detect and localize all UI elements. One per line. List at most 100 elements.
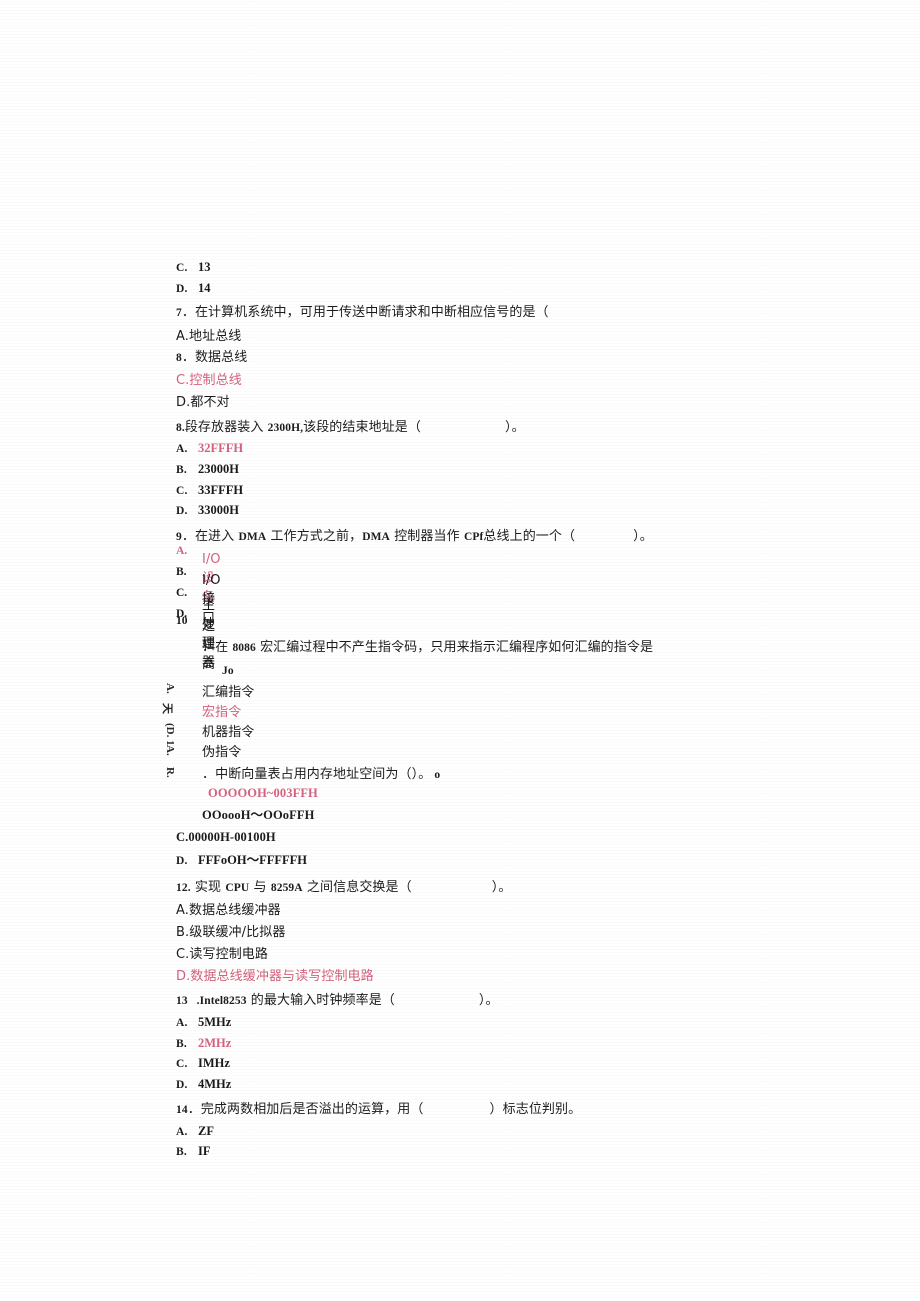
- option-row: B. 23000H: [176, 460, 796, 481]
- question-stem-text-b: 与: [249, 879, 271, 895]
- question-stem-text-c: ）。: [505, 419, 525, 435]
- option-label: C.: [176, 587, 188, 600]
- question-stem: ．中断向量表占用内存地址空间为（）。 o: [202, 763, 440, 787]
- option-label: D.: [176, 282, 188, 295]
- question-stem-term-dma2: DMA: [362, 530, 390, 543]
- option-text: IMHz: [198, 1056, 230, 1071]
- question-stem-term-dma1: DMA: [238, 530, 267, 543]
- question-stem-text: ．中断向量表占用内存地址空间为（）。: [202, 766, 432, 782]
- scan-artifact-jo: Jo: [176, 661, 796, 682]
- question-stem-term-cpu: CPU: [225, 881, 250, 894]
- question-stem-text-a: ．在进入: [181, 528, 239, 544]
- option-row: C.00000H-00100H: [176, 830, 276, 845]
- option-text: 14: [198, 280, 211, 295]
- option-text: 13: [198, 260, 211, 274]
- option-text: IF: [198, 1144, 211, 1159]
- option-label: B.: [176, 566, 187, 579]
- option-row: C. 33FFFH: [176, 481, 796, 502]
- question-stem-text-b: 宏汇编过程中不产生指令码，只用来指示汇编程序如何汇编的指令是: [255, 640, 654, 656]
- option-row: B.级联缓冲/比拟器: [176, 925, 286, 941]
- question-stem-text-b: 工作方式之前，: [266, 528, 363, 544]
- question-stem-value: 2300H,: [267, 421, 304, 434]
- question-stem-term-8086: 8086: [232, 642, 256, 655]
- option-row: C.读写控制电路: [176, 946, 269, 962]
- question-number: 14: [176, 1104, 188, 1117]
- option-row: D.都不对: [176, 395, 230, 411]
- option-row: C. 13: [176, 258, 796, 279]
- question-stem-text-a: 实现: [190, 879, 226, 895]
- rotated-label-c: (D. 1: [164, 722, 176, 746]
- option-row: D. 4MHz: [176, 1075, 796, 1096]
- option-row: D. FFFoOH〜FFFFFH: [176, 851, 796, 872]
- question-stem: 8.段存放器装入 2300H,该段的结束地址是（ ）。: [176, 416, 796, 440]
- option-text: ．数据总线: [181, 350, 248, 366]
- question-stem-text-c: 之间信息交换是（: [302, 879, 412, 895]
- option-text: FFFoOH〜FFFFFH: [198, 853, 308, 868]
- question-stem-text-a: 段存放器装入: [184, 419, 268, 435]
- option-label: B.: [176, 1037, 187, 1050]
- option-row: A. ZF: [176, 1122, 796, 1143]
- question-stem: 13 .Intel8253 的最大输入时钟频率是（ ）。: [176, 989, 796, 1013]
- question-stem: 9．在进入 DMA 工作方式之前，DMA 控制器当作 CPf总线上的一个（）。: [176, 525, 796, 549]
- question-stem-text-a: 的最大输入时钟频率是（: [246, 993, 395, 1009]
- option-label: C.: [176, 262, 188, 274]
- question-stem: 7．在计算机系统中，可用于传送中断请求和中断相应信号的是（: [176, 301, 796, 325]
- rotated-label-e: R.: [164, 766, 176, 778]
- option-label: A.: [176, 1125, 188, 1138]
- option-label: C.: [176, 484, 188, 497]
- option-label: A.: [176, 443, 188, 456]
- question-stem-text-c: 控制器当作: [389, 528, 464, 544]
- option-text-correct: 宏指令: [202, 704, 242, 720]
- option-text: 4MHz: [198, 1076, 232, 1091]
- question-number: 8.: [176, 421, 185, 434]
- option-text: 33000H: [198, 503, 239, 518]
- option-text: 2MHz: [198, 1035, 232, 1050]
- question-stem: 12. 实现 CPU 与 8259A 之间信息交换是（ ）。: [176, 876, 796, 900]
- question-stem-term-8253: .Intel8253: [193, 995, 247, 1008]
- question-stem-text-a: ．在: [202, 640, 233, 656]
- question-number-10: 10: [176, 615, 188, 628]
- option-row: B. IF: [176, 1142, 796, 1163]
- option-text-correct: OOOOOH~003FFH: [208, 785, 318, 800]
- option-text: 32FFFH: [198, 441, 244, 456]
- option-label: A.: [176, 545, 188, 558]
- option-row: 8．数据总线: [176, 348, 796, 369]
- option-row-correct: B. 2MHz: [176, 1034, 796, 1055]
- option-text: 23000H: [198, 461, 239, 476]
- option-row: C. IMHz: [176, 1054, 796, 1075]
- option-label: D.: [176, 505, 188, 518]
- option-text: 伪指令: [202, 744, 242, 760]
- question-stem-text-e: ）。: [633, 528, 653, 544]
- question-stem: 14．完成两数相加后是否溢出的运算，用（ ）标志位判别。: [176, 1098, 796, 1122]
- option-row: A.地址总线: [176, 328, 242, 344]
- rotated-label-b: 天: [161, 702, 173, 714]
- question-stem: ．在 8086 宏汇编过程中不产生指令码，只用来指示汇编程序如何汇编的指令是: [176, 636, 796, 660]
- option-label: B.: [176, 1146, 187, 1159]
- question-stem-text-b: ）。: [478, 993, 499, 1009]
- option-row-correct: D.数据总线缓冲器与读写控制电路: [176, 968, 374, 984]
- option-text: ZF: [198, 1123, 214, 1138]
- question-number: 13: [176, 995, 188, 1008]
- option-label: A.: [176, 1016, 188, 1029]
- option-row-correct: C.控制总线: [176, 373, 242, 389]
- option-label: D.: [176, 1078, 188, 1091]
- option-row: D. 33000H: [176, 501, 796, 522]
- option-row-correct: A. 32FFFH: [176, 439, 796, 460]
- question-stem-text-b: 该段的结束地址是（: [303, 419, 421, 435]
- scan-artifact-text: Jo: [222, 664, 234, 677]
- option-text: 33FFFH: [198, 482, 244, 497]
- option-label: D.: [176, 855, 188, 868]
- option-group-q9: A. I/O 设备 B. I/O 接口 C. 主处理器 D. 逻辑高 10: [176, 545, 796, 672]
- question-number: 12.: [176, 881, 191, 894]
- option-row: A. 5MHz: [176, 1013, 796, 1034]
- question-stem-text-d: 总线上的一个（: [483, 528, 576, 544]
- option-text: 汇编指令: [202, 684, 255, 700]
- option-row: A.数据总线缓冲器: [176, 903, 281, 919]
- option-group-q10-q11: A. 天 (D. 1 A. R. 汇编指令 宏指令 机器指令 伪指令 ．中断向量…: [161, 683, 796, 808]
- rotated-label-d: A.: [164, 744, 176, 756]
- question-stem-tail: o: [434, 768, 441, 781]
- option-text: OOoooH〜OOoFFH: [202, 807, 315, 822]
- rotated-label-a: A.: [164, 682, 176, 694]
- question-stem-term-8259a: 8259A: [270, 881, 303, 894]
- option-text: 机器指令: [202, 724, 255, 740]
